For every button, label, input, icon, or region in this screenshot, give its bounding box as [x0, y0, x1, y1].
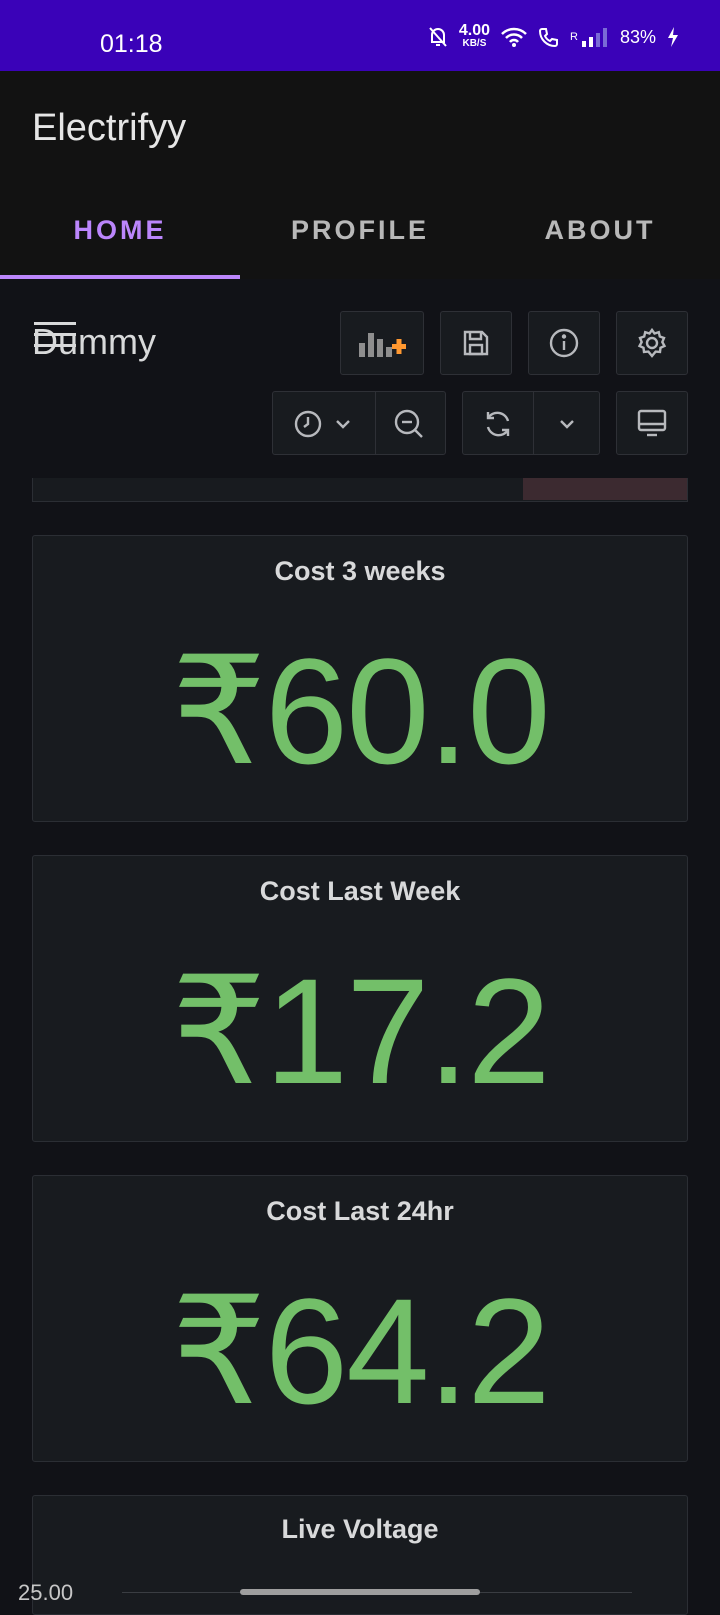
- add-panel-icon: [359, 333, 406, 357]
- stat-panel-cost-last-24hr[interactable]: Cost Last 24hr ₹64.2: [32, 1175, 688, 1462]
- partial-panel: [32, 478, 688, 502]
- live-voltage-panel[interactable]: Live Voltage: [32, 1495, 688, 1615]
- time-range-picker[interactable]: [272, 391, 446, 455]
- partial-panel-highlight: [523, 478, 687, 500]
- dashboard-header: Dummy: [0, 279, 720, 479]
- stat-panel-cost-last-week[interactable]: Cost Last Week ₹17.2: [32, 855, 688, 1142]
- signal-icon: [581, 28, 607, 47]
- network-speed-value: 4.00: [458, 22, 491, 39]
- chevron-down-icon[interactable]: [559, 418, 575, 430]
- stat-panel-cost-3-weeks[interactable]: Cost 3 weeks ₹60.0: [32, 535, 688, 822]
- panel-title: Live Voltage: [281, 1514, 439, 1544]
- clock-icon: [294, 410, 322, 438]
- app-bar: Electrifyy HOME PROFILE ABOUT: [0, 71, 720, 279]
- panel-title: Cost 3 weeks: [274, 556, 446, 586]
- home-indicator[interactable]: [240, 1589, 480, 1595]
- wifi-call-icon: [539, 28, 559, 48]
- tab-profile[interactable]: PROFILE: [240, 181, 480, 279]
- dashboard-settings-button[interactable]: [616, 311, 688, 375]
- bell-muted-icon: [429, 27, 447, 47]
- dashboard-info-button[interactable]: [528, 311, 600, 375]
- wifi-icon: [501, 27, 527, 47]
- tv-mode-button[interactable]: [616, 391, 688, 455]
- tab-about[interactable]: ABOUT: [480, 181, 720, 279]
- zoom-out-icon[interactable]: [393, 408, 425, 440]
- network-speed-unit: KB/S: [462, 38, 487, 49]
- y-axis-tick: 25.00: [18, 1580, 74, 1605]
- info-icon: [549, 328, 579, 358]
- network-speed: 4.00 KB/S: [458, 22, 491, 50]
- menu-icon[interactable]: [34, 322, 76, 348]
- stat-value: ₹64.2: [171, 1267, 550, 1435]
- save-icon: [463, 330, 489, 356]
- chevron-down-icon: [336, 420, 350, 429]
- panel-title: Cost Last Week: [259, 876, 461, 906]
- panel-title: Cost Last 24hr: [266, 1196, 454, 1226]
- refresh-control[interactable]: [462, 391, 600, 455]
- stat-value: ₹17.2: [171, 947, 550, 1115]
- status-icons: 4.00 KB/S R 83%: [427, 22, 680, 52]
- status-time: 01:18: [100, 30, 163, 58]
- app-title: Electrifyy: [32, 107, 187, 149]
- save-dashboard-button[interactable]: [440, 311, 512, 375]
- tab-home[interactable]: HOME: [0, 181, 240, 279]
- signal-roaming-label: R: [570, 31, 578, 43]
- battery-percent: 83%: [619, 26, 656, 47]
- monitor-icon: [637, 409, 667, 437]
- settings-icon: [637, 327, 667, 358]
- refresh-icon[interactable]: [482, 408, 514, 440]
- tab-bar: HOME PROFILE ABOUT: [0, 181, 720, 279]
- stat-value: ₹60.0: [171, 627, 550, 795]
- status-bar: 01:18 4.00 KB/S R 83%: [0, 0, 720, 71]
- add-panel-button[interactable]: [340, 311, 424, 375]
- charging-icon: [668, 27, 678, 47]
